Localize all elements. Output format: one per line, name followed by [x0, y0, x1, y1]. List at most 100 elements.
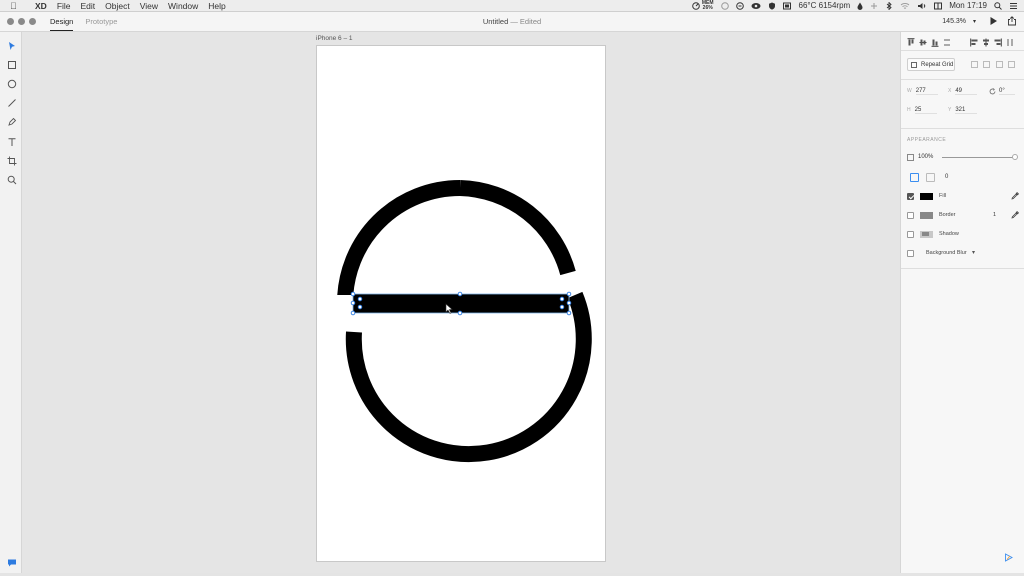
bluetooth-icon[interactable] [885, 2, 893, 10]
menu-window[interactable]: Window [163, 0, 203, 12]
gauge-icon [692, 2, 700, 10]
rotation-value[interactable]: 0° [999, 88, 1015, 95]
clock[interactable]: Mon 17:19 [949, 0, 987, 12]
divider [901, 268, 1024, 269]
boolean-exclude-icon[interactable] [1008, 61, 1015, 68]
lower-ring-arc[interactable] [345, 291, 592, 463]
opacity-slider-handle[interactable] [1012, 154, 1018, 160]
window-icon[interactable] [870, 2, 878, 10]
title-toolbar: Design Prototype Untitled — Edited 145.3… [0, 12, 1024, 32]
x-value[interactable]: 49 [955, 88, 978, 95]
border-checkbox[interactable] [907, 212, 914, 219]
pen-tool[interactable] [6, 116, 17, 127]
memory-widget[interactable]: MEM 26% [692, 1, 714, 11]
menu-list-icon[interactable] [1009, 2, 1018, 10]
width-field[interactable]: W 277 [907, 88, 938, 95]
rectangle-tool[interactable] [6, 59, 17, 70]
timer-icon[interactable] [720, 2, 729, 10]
artboard-tool[interactable] [6, 155, 17, 166]
fill-checkbox[interactable] [907, 193, 914, 200]
alignment-toolbar [901, 38, 1024, 50]
ellipse-tool[interactable] [6, 78, 17, 89]
artboard-icon [7, 156, 16, 165]
selected-rectangle[interactable] [353, 294, 569, 313]
menu-edit[interactable]: Edit [76, 0, 101, 12]
text-tool[interactable] [6, 136, 17, 147]
temperature-readout[interactable]: 66°C 6154rpm [799, 0, 851, 12]
background-blur-checkbox[interactable] [907, 250, 914, 257]
select-tool[interactable] [6, 40, 17, 51]
shadow-swatch[interactable] [920, 231, 933, 238]
apple-icon[interactable]:  [10, 0, 17, 12]
height-field[interactable]: H 25 [907, 107, 937, 114]
drop-icon[interactable] [857, 2, 863, 10]
play-icon[interactable] [989, 16, 998, 26]
shield-icon[interactable] [768, 2, 776, 10]
eyedropper-icon[interactable] [1011, 211, 1019, 219]
menu-bar:  XD File Edit Object View Window Help M… [0, 0, 1024, 12]
menu-view[interactable]: View [135, 0, 163, 12]
feedback-tool[interactable] [6, 557, 17, 568]
grid-icon [911, 62, 917, 68]
battery-status-icon[interactable] [782, 2, 792, 10]
menu-help[interactable]: Help [203, 0, 230, 12]
repeat-grid-button[interactable]: Repeat Grid [907, 58, 955, 71]
height-value[interactable]: 25 [914, 107, 937, 114]
opacity-slider-track[interactable] [942, 157, 1015, 158]
fill-row: Fill [907, 192, 1019, 202]
zoom-level[interactable]: 145.3% ▾ [942, 12, 976, 32]
distribute-horizontal-icon[interactable] [1006, 38, 1014, 47]
document-title: Untitled — Edited [0, 12, 1024, 31]
speaker-icon[interactable] [917, 2, 927, 10]
fill-label: Fill [939, 193, 947, 199]
y-field[interactable]: Y 321 [948, 107, 978, 114]
line-tool[interactable] [6, 97, 17, 108]
x-field[interactable]: X 49 [948, 88, 978, 95]
chevron-down-icon[interactable]: ▾ [972, 249, 975, 256]
opacity-value[interactable]: 100% [918, 154, 933, 160]
align-center-icon[interactable] [982, 38, 990, 47]
shadow-label: Shadow [939, 231, 959, 237]
align-left-icon[interactable] [970, 38, 978, 47]
eye-icon[interactable] [751, 2, 761, 10]
tools-panel [0, 32, 22, 573]
fill-swatch[interactable] [920, 193, 933, 200]
artboard-label[interactable]: iPhone 6 – 1 [316, 35, 353, 42]
keyboard-icon[interactable] [934, 2, 943, 10]
wifi-icon[interactable] [900, 2, 910, 10]
search-icon[interactable] [994, 2, 1002, 10]
share-icon[interactable] [1007, 16, 1017, 26]
zoom-value: 145.3% [942, 18, 967, 25]
menu-file[interactable]: File [52, 0, 76, 12]
border-swatch[interactable] [920, 212, 933, 219]
per-corner-button[interactable] [926, 173, 935, 182]
upper-ring-arc[interactable] [337, 180, 576, 303]
repeat-grid-label: Repeat Grid [921, 62, 954, 68]
align-top-icon[interactable] [907, 38, 915, 47]
y-value[interactable]: 321 [955, 107, 978, 114]
uniform-corner-button[interactable] [910, 173, 919, 182]
boolean-intersect-icon[interactable] [996, 61, 1003, 68]
rotation-field[interactable]: 0° [999, 88, 1015, 95]
zoom-tool[interactable] [6, 174, 17, 185]
border-label: Border [939, 212, 956, 218]
distribute-vertical-icon[interactable] [943, 38, 951, 47]
background-blur-label[interactable]: Background Blur [926, 250, 967, 256]
align-middle-icon[interactable] [919, 38, 927, 47]
design-shapes[interactable] [316, 45, 606, 562]
plugin-icon[interactable] [1004, 553, 1013, 562]
shadow-checkbox[interactable] [907, 231, 914, 238]
width-label: W [907, 88, 912, 94]
align-bottom-icon[interactable] [931, 38, 939, 47]
width-value[interactable]: 277 [915, 88, 938, 95]
boolean-subtract-icon[interactable] [983, 61, 990, 68]
boolean-add-icon[interactable] [971, 61, 978, 68]
eyedropper-icon[interactable] [1011, 192, 1019, 200]
menu-app[interactable]: XD [30, 0, 52, 12]
border-width-value[interactable]: 1 [993, 212, 996, 218]
align-right-icon[interactable] [994, 38, 1002, 47]
corner-radius-value[interactable]: 0 [945, 174, 948, 180]
menu-object[interactable]: Object [100, 0, 135, 12]
mem-value: 26% [702, 5, 713, 11]
sync-icon[interactable] [735, 2, 744, 10]
